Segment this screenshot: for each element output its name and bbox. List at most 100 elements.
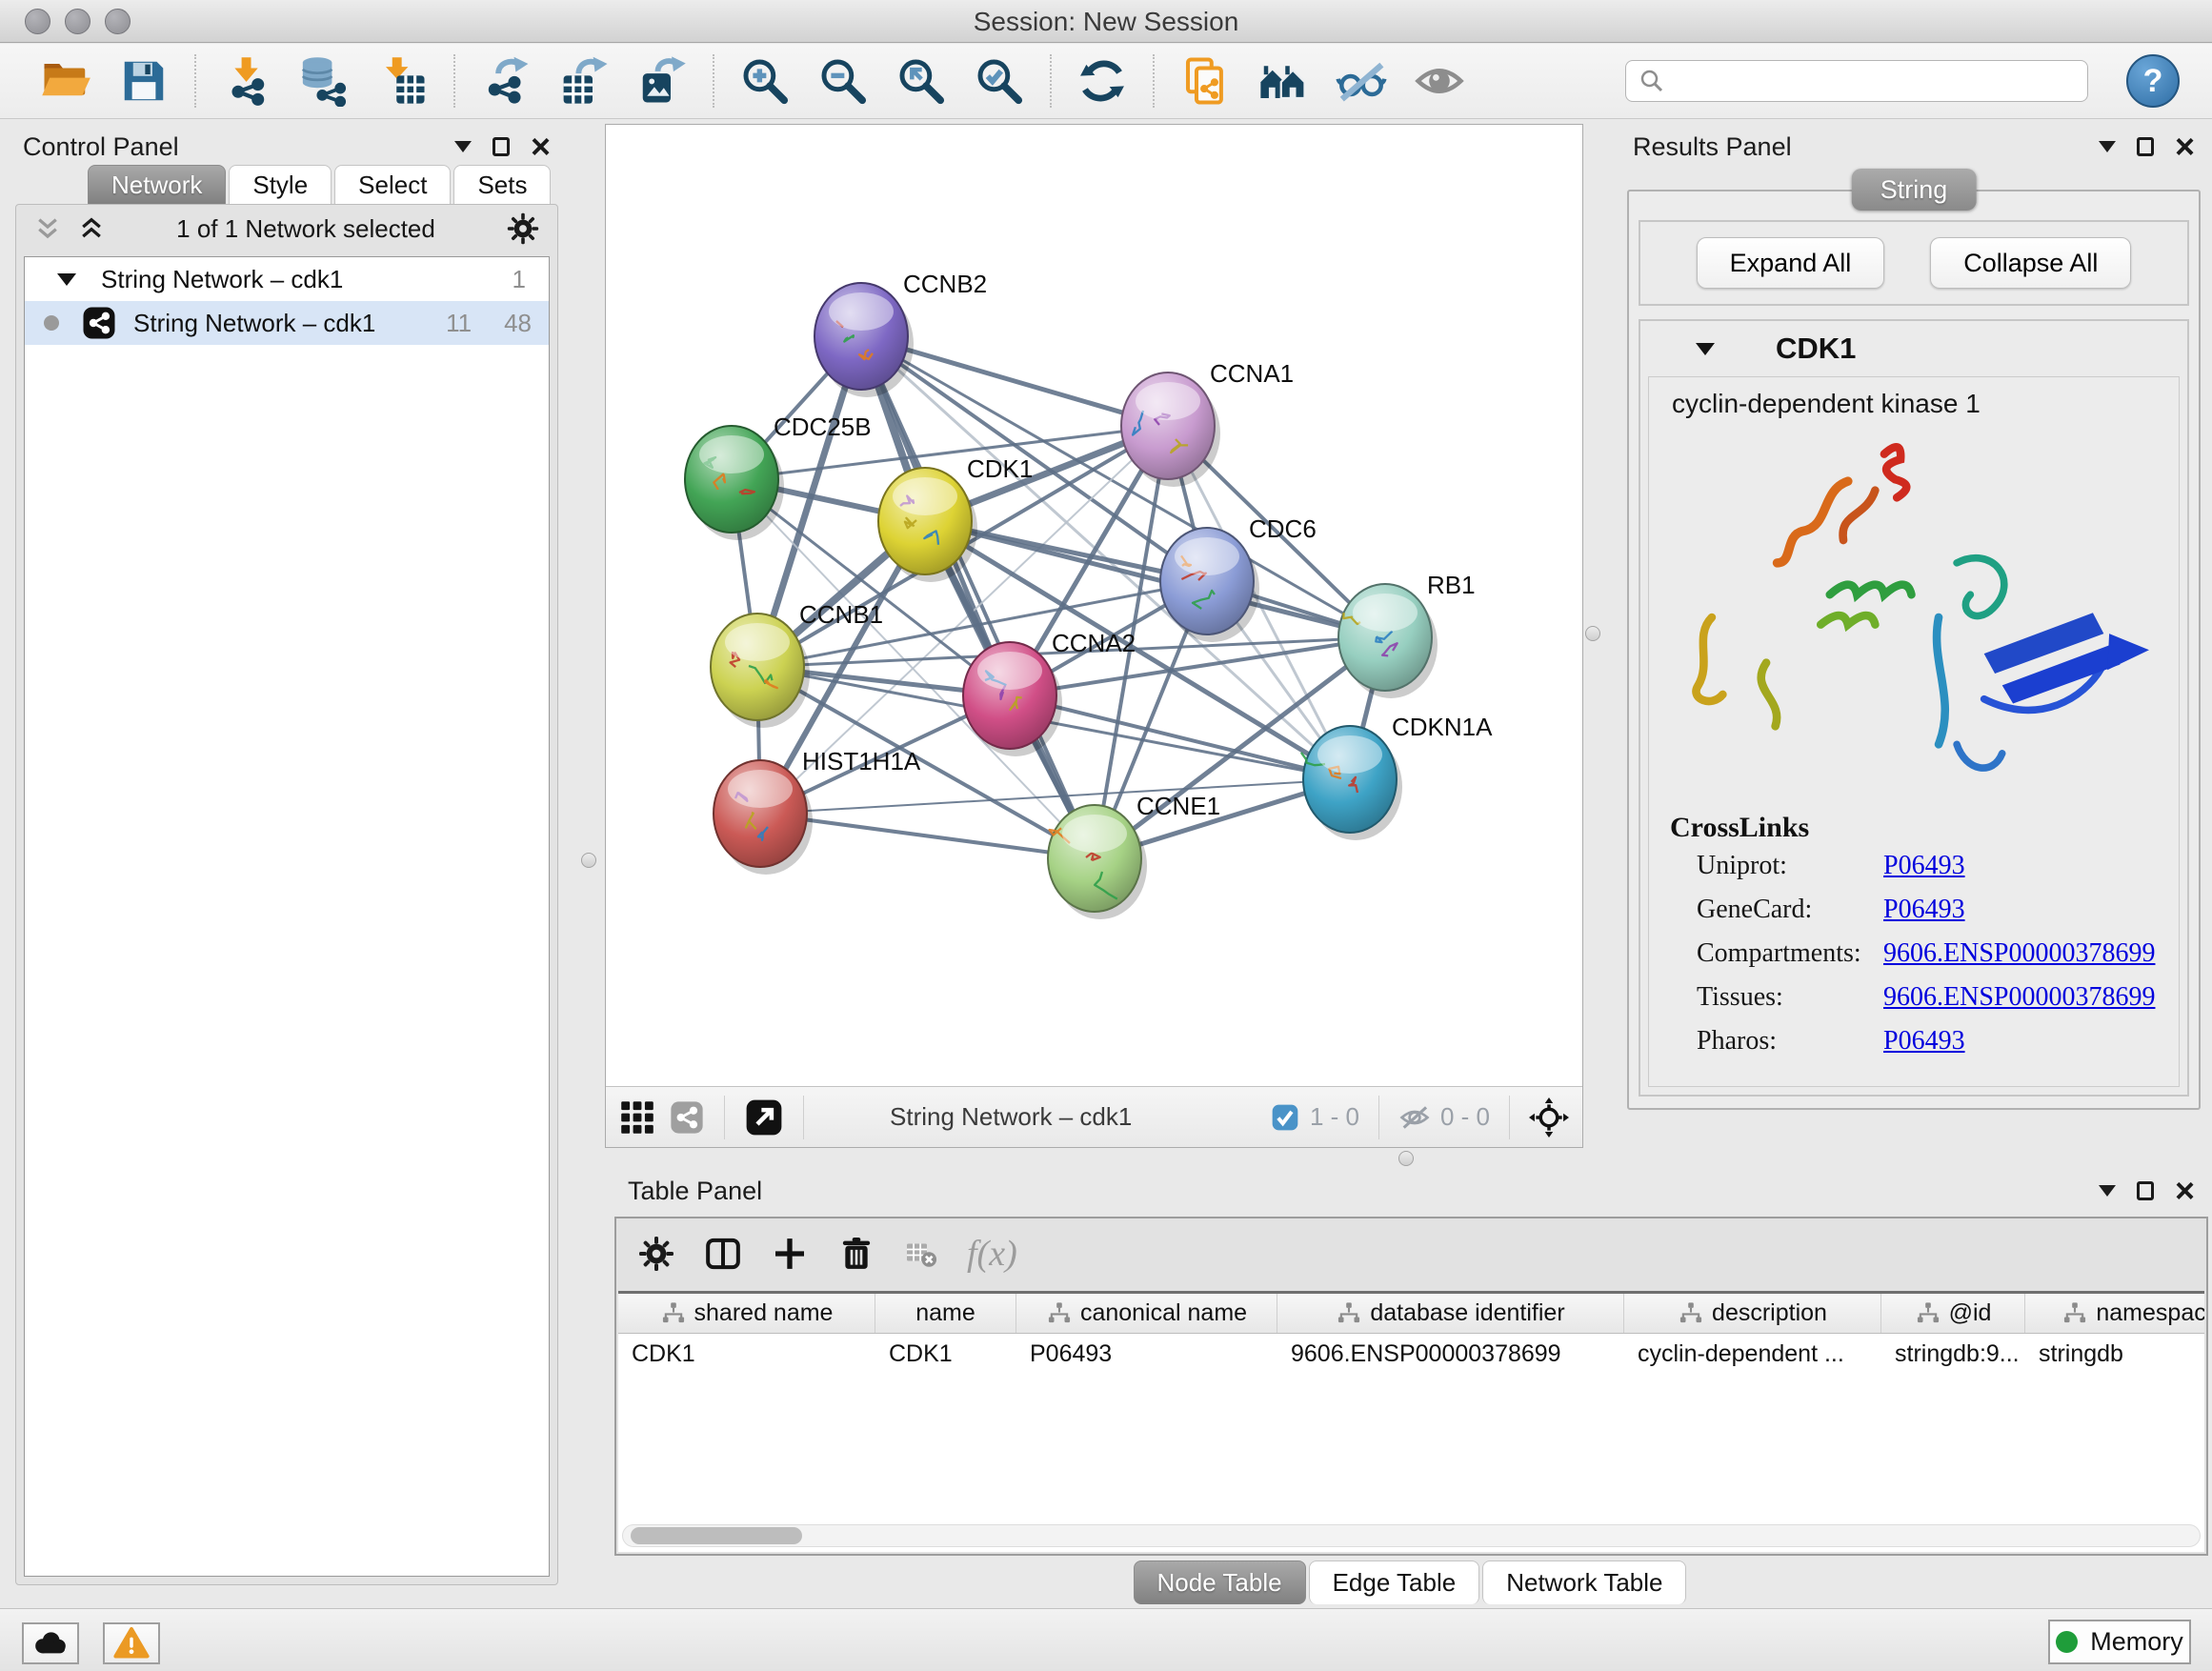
network-collection-row[interactable]: String Network – cdk1 1: [25, 257, 549, 301]
toolbar-separator: [1153, 54, 1155, 108]
import-table-from-file-button[interactable]: [364, 50, 442, 112]
panel-close-icon[interactable]: ×: [2175, 1177, 2195, 1205]
tab-edge-table[interactable]: Edge Table: [1309, 1560, 1480, 1604]
refresh-icon: [1076, 55, 1128, 107]
panel-float-icon[interactable]: [2137, 137, 2154, 156]
window-minimize-button[interactable]: [65, 9, 90, 34]
tab-string[interactable]: String: [1852, 169, 1977, 211]
copy-network-button[interactable]: [1166, 50, 1244, 112]
tab-select[interactable]: Select: [334, 165, 451, 205]
birds-eye-crosshair-icon[interactable]: [1529, 1097, 1569, 1137]
column-header-name[interactable]: name: [875, 1294, 1016, 1333]
expand-all-networks-icon[interactable]: [77, 214, 106, 243]
results-panel: Results Panel × String Expand All Collap…: [1619, 127, 2208, 1164]
panel-float-icon[interactable]: [493, 137, 510, 156]
window-close-button[interactable]: [25, 9, 50, 34]
scrollbar-thumb[interactable]: [631, 1527, 802, 1544]
panel-menu-icon[interactable]: [2099, 1185, 2116, 1197]
crosslink-link[interactable]: P06493: [1883, 851, 1965, 881]
network-node[interactable]: CDC6: [1160, 514, 1317, 642]
crosslink-link[interactable]: P06493: [1883, 1026, 1965, 1057]
network-share-gray-icon[interactable]: [669, 1099, 705, 1136]
delete-table-icon[interactable]: [904, 1237, 938, 1271]
open-session-button[interactable]: [27, 50, 105, 112]
collapse-all-networks-icon[interactable]: [33, 214, 62, 243]
panel-close-icon[interactable]: ×: [2175, 132, 2195, 161]
network-node[interactable]: CCNB1: [711, 600, 883, 728]
string-home-button[interactable]: [1244, 50, 1322, 112]
table-options-gear-icon[interactable]: [637, 1235, 675, 1273]
column-header-database-identifier[interactable]: database identifier: [1277, 1294, 1624, 1333]
network-edge[interactable]: [861, 336, 1095, 858]
zoom-selected-button[interactable]: [960, 50, 1038, 112]
expand-all-button[interactable]: Expand All: [1697, 237, 1885, 289]
help-button[interactable]: ?: [2126, 54, 2180, 108]
splitter-handle[interactable]: [1585, 626, 1600, 641]
network-node[interactable]: CCNE1: [1048, 792, 1220, 919]
splitter-handle[interactable]: [1398, 1151, 1414, 1166]
table-row[interactable]: CDK1CDK1P064939606.ENSP00000378699cyclin…: [618, 1334, 2204, 1374]
crosslink-link[interactable]: P06493: [1883, 895, 1965, 925]
column-type-icon: [1046, 1300, 1073, 1327]
splitter-handle[interactable]: [581, 853, 596, 868]
warning-status-button[interactable]: [103, 1622, 160, 1664]
entry-expander-icon[interactable]: [1696, 343, 1715, 355]
show-eye-button[interactable]: [1400, 50, 1478, 112]
panel-close-icon[interactable]: ×: [531, 132, 551, 161]
panel-menu-icon[interactable]: [2099, 141, 2116, 152]
network-canvas[interactable]: CCNB2CCNA1CDC25BCDK1CDC6RB1CCNB1CCNA2CDK…: [606, 125, 1582, 1086]
memory-button[interactable]: Memory: [2048, 1620, 2191, 1664]
crosslink-link[interactable]: 9606.ENSP00000378699: [1883, 982, 2155, 1013]
show-columns-icon[interactable]: [704, 1235, 742, 1273]
network-node[interactable]: CDKN1A: [1301, 713, 1493, 840]
network-options-gear-icon[interactable]: [506, 211, 540, 246]
panel-menu-icon[interactable]: [454, 141, 472, 152]
import-network-from-file-button[interactable]: [208, 50, 286, 112]
create-column-icon[interactable]: [771, 1235, 809, 1273]
network-node[interactable]: CCNA2: [963, 629, 1136, 756]
tree-expander-icon[interactable]: [57, 273, 76, 286]
tab-sets[interactable]: Sets: [453, 165, 551, 205]
import-network-from-database-button[interactable]: [286, 50, 364, 112]
column-header-namespace[interactable]: namespace: [2025, 1294, 2204, 1333]
column-header-description[interactable]: description: [1624, 1294, 1881, 1333]
refresh-view-button[interactable]: [1063, 50, 1141, 112]
warning-icon: [113, 1625, 150, 1661]
cloud-status-button[interactable]: [22, 1622, 79, 1664]
network-node[interactable]: CCNA1: [1121, 359, 1294, 487]
grid-view-icon[interactable]: [619, 1099, 655, 1136]
crosslink-link[interactable]: 9606.ENSP00000378699: [1883, 938, 2155, 969]
horizontal-scrollbar[interactable]: [622, 1524, 2201, 1547]
save-session-button[interactable]: [105, 50, 183, 112]
tab-network-table[interactable]: Network Table: [1482, 1560, 1686, 1604]
network-node[interactable]: CCNB2: [814, 270, 987, 397]
hidden-eye-slash-icon[interactable]: [1398, 1101, 1431, 1134]
network-node[interactable]: RB1: [1338, 571, 1476, 698]
zoom-in-button[interactable]: [726, 50, 804, 112]
tab-style[interactable]: Style: [229, 165, 332, 205]
tab-node-table[interactable]: Node Table: [1134, 1560, 1306, 1604]
delete-column-trash-icon[interactable]: [837, 1235, 875, 1273]
entry-header[interactable]: CDK1: [1640, 321, 2187, 376]
panel-float-icon[interactable]: [2137, 1181, 2154, 1200]
network-node[interactable]: CDC25B: [685, 413, 872, 540]
network-row-selected[interactable]: String Network – cdk1 11 48: [25, 301, 549, 345]
column-header-canonical-name[interactable]: canonical name: [1016, 1294, 1277, 1333]
function-builder-icon[interactable]: f(x): [967, 1233, 1017, 1275]
selected-checkbox-icon[interactable]: [1270, 1102, 1300, 1133]
tab-network[interactable]: Network: [88, 165, 226, 205]
zoom-out-button[interactable]: [804, 50, 882, 112]
collapse-all-button[interactable]: Collapse All: [1930, 237, 2131, 289]
search-box: [1625, 60, 2088, 102]
detach-view-icon[interactable]: [744, 1097, 784, 1137]
toolbar-separator: [1050, 54, 1052, 108]
export-network-button[interactable]: [467, 50, 545, 112]
window-zoom-button[interactable]: [105, 9, 131, 34]
column-header--id[interactable]: @id: [1881, 1294, 2025, 1333]
hide-glasses-button[interactable]: [1322, 50, 1400, 112]
search-input[interactable]: [1676, 67, 2076, 96]
export-table-button[interactable]: [545, 50, 623, 112]
column-header-shared-name[interactable]: shared name: [618, 1294, 875, 1333]
export-image-button[interactable]: [623, 50, 701, 112]
zoom-fit-content-button[interactable]: [882, 50, 960, 112]
